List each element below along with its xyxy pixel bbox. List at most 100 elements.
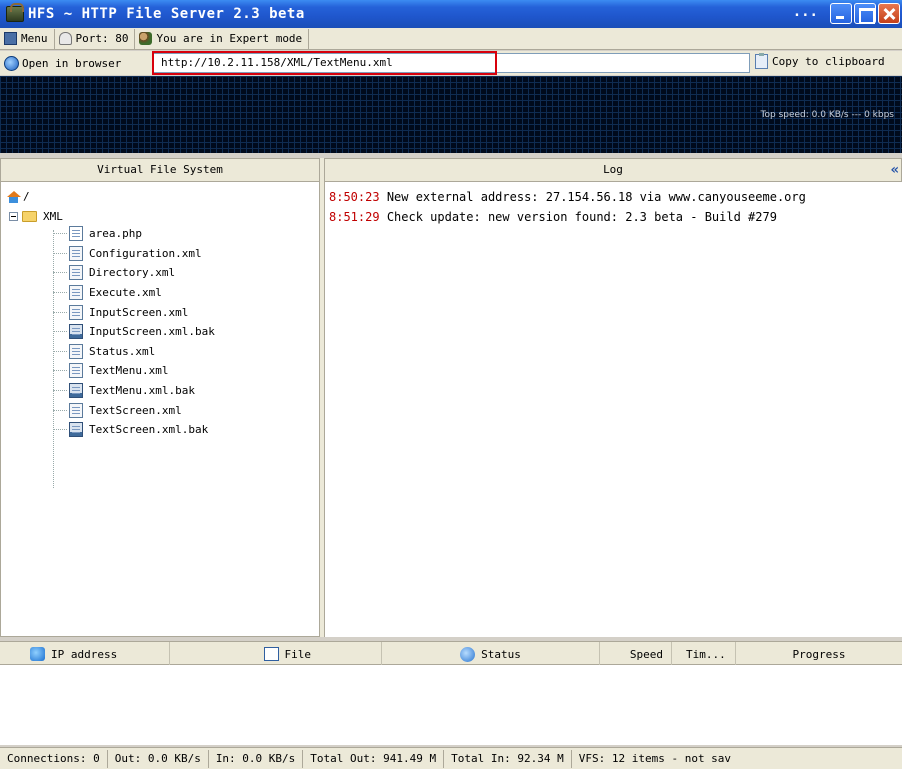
tree-file-item[interactable]: area.php [53,224,215,244]
xml-file-icon [69,402,83,418]
home-icon [7,190,21,203]
file-column-icon [263,647,279,661]
log-time: 8:51:29 [329,210,380,224]
url-field[interactable]: http://10.2.11.158/XML/TextMenu.xml [152,53,750,73]
tree-file-label: InputScreen.xml [89,305,189,319]
column-status[interactable]: Status [382,642,600,666]
tree-root-label: / [23,190,30,203]
tree-file-item[interactable]: Configuration.xml [53,244,215,264]
bak-file-icon [69,422,83,438]
tree-branch-line [53,429,67,431]
log-header: Log « [324,158,902,182]
tree-file-label: Execute.xml [89,286,162,300]
connections-header: IP address File Status Speed Tim... Prog… [0,641,902,666]
top-speed-text: Top speed: 0.0 KB/s --- 0 kbps [760,110,894,120]
maximize-button[interactable] [854,3,876,24]
menu-button[interactable]: Menu [0,28,55,49]
status-total-in: Total In: 92.34 M [444,749,572,768]
title-bar: HFS ~ HTTP File Server 2.3 beta ... [0,0,902,28]
network-icon [30,647,45,661]
xml-file-icon [69,343,83,359]
collapse-log-icon[interactable]: « [891,159,899,181]
tree-file-label: Status.xml [89,344,156,358]
open-in-browser-label: Open in browser [22,56,122,70]
vfs-header: Virtual File System [0,158,320,182]
php-file-icon [69,226,83,242]
tree-branch-line [53,331,67,333]
tree-branch-line [53,409,67,411]
column-file[interactable]: File [170,642,382,666]
window-title: HFS ~ HTTP File Server 2.3 beta [28,6,305,22]
log-message: Check update: new version found: 2.3 bet… [386,210,777,224]
folder-icon [22,211,37,222]
expert-mode-icon [139,32,153,45]
bak-file-icon [69,324,83,340]
column-ip-address[interactable]: IP address [0,642,170,666]
port-label: Port: 80 [75,32,129,45]
tree-branch-line [53,390,67,392]
tree-branch-line [53,311,67,313]
column-progress-label: Progress [792,647,846,661]
xml-file-icon [69,304,83,320]
tree-branch-line [53,233,67,235]
minimize-button[interactable] [830,3,852,24]
tree-file-label: area.php [89,227,142,241]
status-in: In: 0.0 KB/s [209,749,304,768]
port-button[interactable]: Port: 80 [55,28,136,49]
bandwidth-graph: Top speed: 0.0 KB/s --- 0 kbps [0,76,902,153]
tree-file-item[interactable]: Execute.xml [53,283,215,303]
tree-file-label: TextScreen.xml [89,403,182,417]
column-progress[interactable]: Progress [736,642,902,666]
clipboard-icon [755,53,768,69]
log-title: Log [603,163,623,176]
column-time-label: Tim... [686,647,726,661]
tree-branch-line [53,370,67,372]
tree-file-item[interactable]: TextMenu.xml.bak [53,381,215,401]
tree-file-item[interactable]: TextMenu.xml [53,361,215,381]
info-icon [460,646,476,662]
status-total-out: Total Out: 941.49 M [303,749,445,768]
folder-label: XML [43,210,63,223]
collapse-toggle-icon[interactable] [9,212,18,221]
tree-file-item[interactable]: Directory.xml [53,263,215,283]
log-message: New external address: 27.154.56.18 via w… [386,190,806,204]
tree-file-label: InputScreen.xml.bak [89,325,215,339]
browser-globe-icon [4,55,19,71]
menu-icon [4,32,17,45]
tree-file-label: TextMenu.xml [89,364,169,378]
menu-label: Menu [21,32,48,45]
status-out: Out: 0.0 KB/s [108,749,209,768]
copy-label: Copy to clipboard [772,55,885,68]
tree-file-item[interactable]: Status.xml [53,342,215,362]
tree-file-label: TextMenu.xml.bak [89,384,195,398]
close-button[interactable] [878,3,900,24]
column-time[interactable]: Tim... [672,642,736,666]
tree-file-item[interactable]: TextScreen.xml [53,400,215,420]
log-entry: 8:51:29 Check update: new version found:… [329,210,777,224]
log-entry: 8:50:23 New external address: 27.154.56.… [329,190,806,204]
open-in-browser-button[interactable]: Open in browser [4,55,122,71]
tree-folder-xml[interactable]: XML [9,210,63,223]
xml-file-icon [69,363,83,379]
bak-file-icon [69,383,83,399]
column-file-label: File [284,647,312,661]
column-speed-label: Speed [629,647,663,661]
connections-list[interactable] [0,665,902,745]
title-dots: ... [792,4,818,20]
copy-to-clipboard-button[interactable]: Copy to clipboard [755,53,885,69]
column-speed[interactable]: Speed [600,642,672,666]
xml-file-icon [69,285,83,301]
tree-file-item[interactable]: TextScreen.xml.bak [53,420,215,440]
tree-root[interactable]: / [7,190,30,203]
status-bar: Connections: 0 Out: 0.0 KB/s In: 0.0 KB/… [0,747,902,769]
tree-branch-line [53,272,67,274]
xml-file-icon [69,245,83,261]
tree-file-item[interactable]: InputScreen.xml [53,302,215,322]
vfs-tree-panel: / XML area.php Configuration.xml Directory… [0,182,320,637]
status-vfs[interactable]: VFS: 12 items - not sav [572,750,738,768]
mode-button[interactable]: You are in Expert mode [135,28,310,49]
tree-file-item[interactable]: InputScreen.xml.bak [53,322,215,342]
log-time: 8:50:23 [329,190,380,204]
log-panel: 8:50:23 New external address: 27.154.56.… [324,182,902,637]
xml-file-icon [69,265,83,281]
